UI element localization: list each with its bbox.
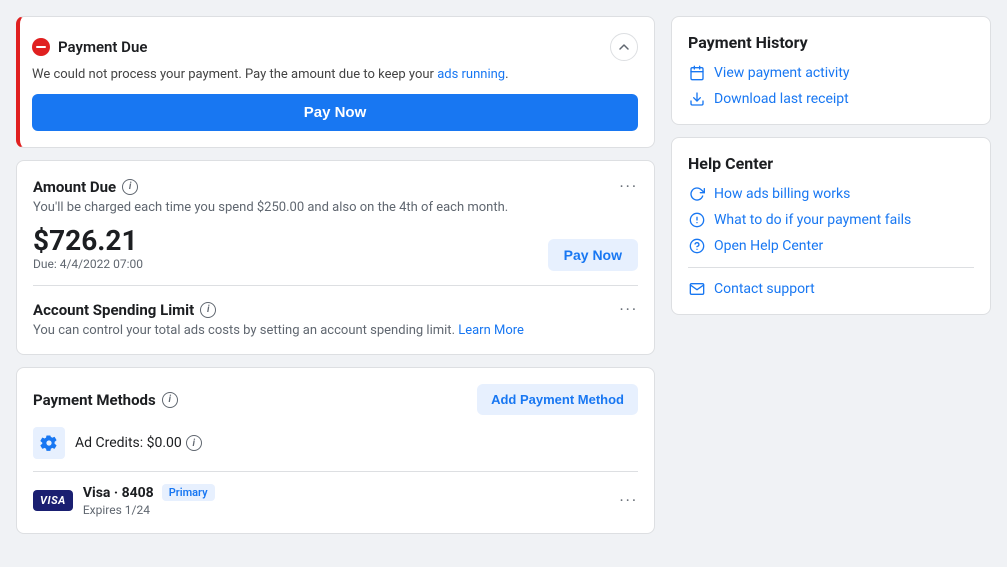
contact-support-link[interactable]: Contact support [688,280,974,298]
account-limit-title: Account Spending Limit i [33,301,216,319]
account-limit-header: Account Spending Limit i ··· [33,300,638,319]
ad-credits-info-icon[interactable]: i [186,435,202,451]
payment-history-title: Payment History [688,33,974,52]
payment-history-card: Payment History View payment activity [671,16,991,125]
payment-fails-link[interactable]: What to do if your payment fails [688,211,974,229]
view-payment-activity-link[interactable]: View payment activity [688,64,974,82]
pay-now-button-small[interactable]: Pay Now [548,239,638,271]
ad-credits-icon [33,427,65,459]
account-limit-info-icon[interactable]: i [200,302,216,318]
emoji-icon [688,211,706,229]
visa-row: VISA Visa · 8408 Primary Expires 1/24 ··… [33,471,638,517]
contact-divider [688,267,974,268]
payment-due-description: We could not process your payment. Pay t… [32,67,638,82]
refresh-icon [688,185,706,203]
payment-due-label: Payment Due [58,38,147,56]
payment-methods-info-icon[interactable]: i [162,392,178,408]
ad-credits-text: Ad Credits: $0.00 [75,435,182,451]
amount-due-card: Amount Due i ··· You'll be charged each … [16,160,655,355]
amount-due-title: Amount Due i [33,178,138,196]
open-help-center-link[interactable]: Open Help Center [688,237,974,255]
amount-due-header: Amount Due i ··· [33,177,638,196]
payment-due-icon [32,38,50,56]
amount-due-info-icon[interactable]: i [122,179,138,195]
help-center-card: Help Center How ads billing works [671,137,991,315]
contact-support-label: Contact support [714,281,815,297]
account-limit-label: Account Spending Limit [33,301,194,319]
payment-methods-label: Payment Methods [33,391,156,409]
pay-now-button-large[interactable]: Pay Now [32,94,638,131]
payment-fails-label: What to do if your payment fails [714,212,911,228]
visa-card-name: Visa · 8408 [83,485,154,501]
visa-logo: VISA [33,490,73,511]
visa-name-row: Visa · 8408 Primary [83,484,610,501]
view-payment-activity-label: View payment activity [714,65,850,81]
question-icon [688,237,706,255]
how-ads-billing-works-link[interactable]: How ads billing works [688,185,974,203]
amount-row: $726.21 Due: 4/4/2022 07:00 Pay Now [33,227,638,271]
payment-due-title: Payment Due [32,38,147,56]
how-ads-billing-works-label: How ads billing works [714,186,850,202]
payment-due-header: Payment Due [32,33,638,61]
download-last-receipt-label: Download last receipt [714,91,849,107]
left-column: Payment Due We could not process your pa… [16,16,655,534]
email-icon [688,280,706,298]
payment-methods-card: Payment Methods i Add Payment Method Ad … [16,367,655,534]
amount-due-description: You'll be charged each time you spend $2… [33,200,638,215]
visa-more-options[interactable]: ··· [619,491,638,510]
visa-info: Visa · 8408 Primary Expires 1/24 [83,484,610,517]
account-limit-description: You can control your total ads costs by … [33,323,638,338]
ad-credits-row: Ad Credits: $0.00 i [33,427,638,459]
payment-methods-header: Payment Methods i Add Payment Method [33,384,638,415]
download-last-receipt-link[interactable]: Download last receipt [688,90,974,108]
divider [33,285,638,286]
open-help-center-label: Open Help Center [714,238,823,254]
visa-expires: Expires 1/24 [83,503,610,517]
payment-due-card: Payment Due We could not process your pa… [16,16,655,148]
payment-methods-title: Payment Methods i [33,391,178,409]
amount-info: $726.21 Due: 4/4/2022 07:00 [33,227,143,271]
gear-icon [40,434,58,452]
add-payment-method-button[interactable]: Add Payment Method [477,384,638,415]
help-center-title: Help Center [688,154,974,173]
account-limit-more-options[interactable]: ··· [619,300,638,319]
amount-due-more-options[interactable]: ··· [619,177,638,196]
collapse-button[interactable] [610,33,638,61]
right-column: Payment History View payment activity [671,16,991,534]
calendar-icon [688,64,706,82]
amount-value: $726.21 [33,227,143,255]
learn-more-link[interactable]: Learn More [458,323,524,338]
ads-running-link[interactable]: ads running [437,67,505,82]
amount-due-label: Amount Due [33,178,116,196]
primary-badge: Primary [162,484,215,501]
ad-credits-label: Ad Credits: $0.00 i [75,435,202,451]
download-icon [688,90,706,108]
due-date: Due: 4/4/2022 07:00 [33,257,143,271]
